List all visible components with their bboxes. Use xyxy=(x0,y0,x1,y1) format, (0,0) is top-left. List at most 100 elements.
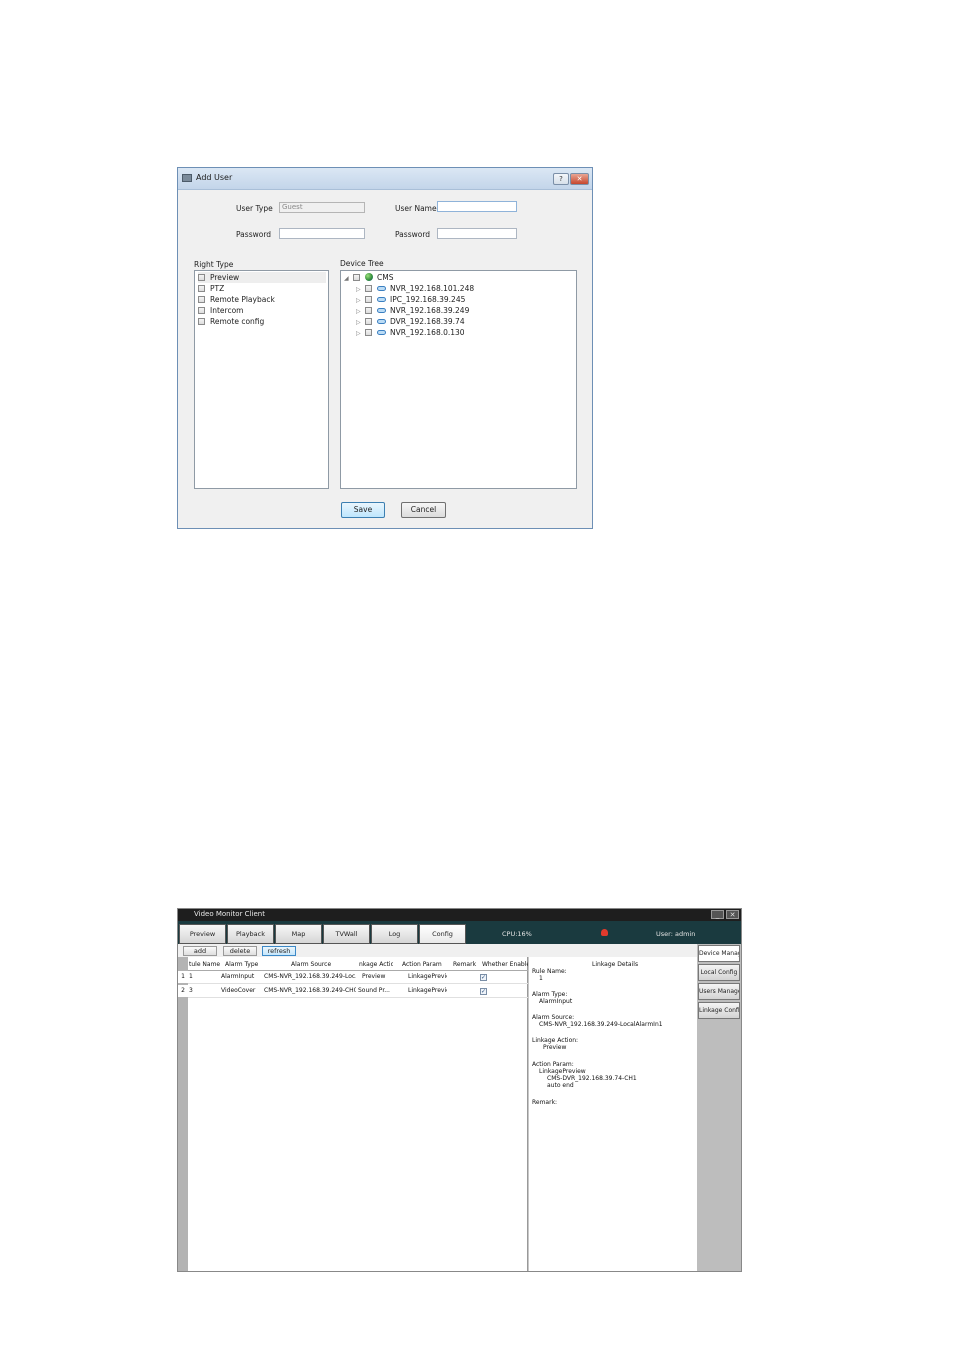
dialog-titlebar[interactable]: Add User ? ✕ xyxy=(178,168,592,190)
action-param-label: Action Param: xyxy=(532,1061,574,1068)
tree-node-root[interactable]: ◢ CMS xyxy=(344,272,393,283)
action-param-device: CMS-DVR_192.168.39.74-CH1 xyxy=(547,1075,637,1082)
checkbox-icon[interactable] xyxy=(365,328,372,336)
col-alarm-type[interactable]: Alarm Type xyxy=(225,959,263,970)
cancel-button[interactable]: Cancel xyxy=(401,502,446,518)
cell-action-param[interactable]: LinkagePreview xyxy=(408,971,447,983)
cell-linkage-action[interactable]: Sound Pr... xyxy=(358,985,398,997)
cell-linkage-action[interactable]: Preview xyxy=(362,971,396,983)
help-icon: ? xyxy=(559,175,563,183)
cell-rule-name[interactable]: 1 xyxy=(189,971,219,983)
close-icon: ✕ xyxy=(576,175,583,183)
password-input[interactable] xyxy=(279,228,365,239)
collapse-icon[interactable]: ◢ xyxy=(344,273,350,284)
linkage-rules-table: tule Name Alarm Type Alarm Source nkage … xyxy=(178,957,528,1271)
confirm-password-input[interactable] xyxy=(437,228,517,239)
alarm-icon[interactable] xyxy=(601,929,608,936)
side-item-linkage-config[interactable]: Linkage Config xyxy=(698,1002,740,1019)
tree-node-device[interactable]: ▷ NVR_192.168.39.249 xyxy=(356,305,469,316)
tab-config[interactable]: Config xyxy=(419,924,466,944)
checkbox-icon[interactable] xyxy=(198,284,205,292)
save-button[interactable]: Save xyxy=(341,502,385,518)
dialog-title: Add User xyxy=(196,173,233,182)
tree-node-device[interactable]: ▷ DVR_192.168.39.74 xyxy=(356,316,465,327)
col-remark[interactable]: Remark xyxy=(453,959,477,970)
tab-map[interactable]: Map xyxy=(275,924,322,944)
minimize-button[interactable]: _ xyxy=(711,910,724,919)
checkbox-icon[interactable] xyxy=(365,317,372,325)
cell-alarm-source[interactable]: CMS-NVR_192.168.39.249-CH01 xyxy=(264,985,356,997)
client-titlebar[interactable]: Video Monitor Client _ ✕ xyxy=(178,909,741,921)
row-header-strip xyxy=(178,957,188,1271)
col-rule-name[interactable]: tule Name xyxy=(189,959,220,970)
right-type-item[interactable]: PTZ xyxy=(198,283,224,294)
linkage-action-value: Preview xyxy=(543,1044,567,1051)
close-icon: ✕ xyxy=(729,911,736,919)
checkbox-icon[interactable] xyxy=(365,295,372,303)
checkbox-icon[interactable] xyxy=(198,317,205,325)
close-button[interactable]: ✕ xyxy=(570,173,589,185)
cell-action-param[interactable]: LinkagePreview xyxy=(408,985,447,997)
right-type-item[interactable]: Intercom xyxy=(198,305,243,316)
add-button[interactable]: add xyxy=(183,946,217,956)
tree-node-device[interactable]: ▷ NVR_192.168.101.248 xyxy=(356,283,474,294)
checkbox-icon[interactable] xyxy=(353,273,360,281)
tree-node-device[interactable]: ▷ NVR_192.168.0.130 xyxy=(356,327,465,338)
tree-node-device[interactable]: ▷ IPC_192.168.39.245 xyxy=(356,294,465,305)
right-type-label: Right Type xyxy=(194,260,234,269)
right-type-item[interactable]: Remote Playback xyxy=(198,294,275,305)
side-item-users-manage[interactable]: Users Manage xyxy=(698,983,740,1000)
action-param-value: LinkagePreview xyxy=(539,1068,586,1075)
cell-remark[interactable] xyxy=(453,985,477,997)
device-tree: ◢ CMS ▷ NVR_192.168.101.248 ▷ IPC_192.168.3… xyxy=(340,270,577,489)
checkbox-icon[interactable] xyxy=(365,284,372,292)
cell-rule-name[interactable]: 3 xyxy=(189,985,219,997)
alarm-source-label: Alarm Source: xyxy=(532,1014,575,1021)
tab-tvwall[interactable]: TVWall xyxy=(323,924,370,944)
cell-alarm-source[interactable]: CMS-NVR_192.168.39.249-Loc... xyxy=(264,971,356,983)
col-linkage-action[interactable]: nkage Actio xyxy=(359,959,393,970)
cell-alarm-type[interactable]: VideoCover xyxy=(221,985,261,997)
linkage-details-panel: Linkage Details Rule Name: 1 Alarm Type:… xyxy=(529,957,697,1271)
checkbox-icon[interactable] xyxy=(198,306,205,314)
tab-playback[interactable]: Playback xyxy=(227,924,274,944)
cell-remark[interactable] xyxy=(453,971,477,983)
checkbox-icon[interactable] xyxy=(365,306,372,314)
main-nav: Preview Playback Map TVWall Log Config C… xyxy=(178,921,741,944)
rule-name-value: 1 xyxy=(539,975,543,982)
delete-button[interactable]: delete xyxy=(223,946,257,956)
confirm-password-label: Password xyxy=(395,230,431,239)
col-action-param[interactable]: Action Param xyxy=(402,959,442,970)
config-side-menu: Device Manage Local Config Users Manage … xyxy=(697,944,741,1271)
client-close-button[interactable]: ✕ xyxy=(726,910,739,919)
col-whether-enable[interactable]: Whether Enable xyxy=(482,959,528,970)
right-type-item[interactable]: Remote config xyxy=(198,316,264,327)
client-title: Video Monitor Client xyxy=(194,910,265,918)
user-type-select[interactable]: Guest xyxy=(279,202,365,213)
device-icon xyxy=(377,285,386,291)
linkage-action-label: Linkage Action: xyxy=(532,1037,579,1044)
device-tree-label: Device Tree xyxy=(340,259,384,268)
cell-alarm-type[interactable]: AlarmInput xyxy=(221,971,261,983)
checkbox-icon[interactable] xyxy=(198,273,205,281)
row-divider xyxy=(188,997,528,998)
enable-checkbox[interactable]: ✓ xyxy=(480,988,487,995)
rule-name-label: Rule Name: xyxy=(532,968,567,975)
enable-checkbox[interactable]: ✓ xyxy=(480,974,487,981)
side-item-local-config[interactable]: Local Config xyxy=(698,964,740,981)
refresh-button[interactable]: refresh xyxy=(262,946,296,956)
add-user-dialog: Add User ? ✕ User Type Guest User Name P… xyxy=(177,167,593,529)
right-type-list: Preview PTZ Remote Playback Intercom Rem… xyxy=(194,270,329,489)
right-type-item[interactable]: Preview xyxy=(198,272,326,283)
details-title: Linkage Details xyxy=(592,961,639,968)
expand-icon[interactable]: ▷ xyxy=(356,328,362,339)
tab-preview[interactable]: Preview xyxy=(179,924,226,944)
checkbox-icon[interactable] xyxy=(198,295,205,303)
help-button[interactable]: ? xyxy=(553,173,569,185)
side-item-device-manage[interactable]: Device Manage xyxy=(698,945,740,962)
user-name-input[interactable] xyxy=(437,201,517,212)
col-alarm-source[interactable]: Alarm Source xyxy=(291,959,336,970)
user-type-label: User Type xyxy=(236,204,273,213)
row-divider xyxy=(188,983,528,984)
tab-log[interactable]: Log xyxy=(371,924,418,944)
